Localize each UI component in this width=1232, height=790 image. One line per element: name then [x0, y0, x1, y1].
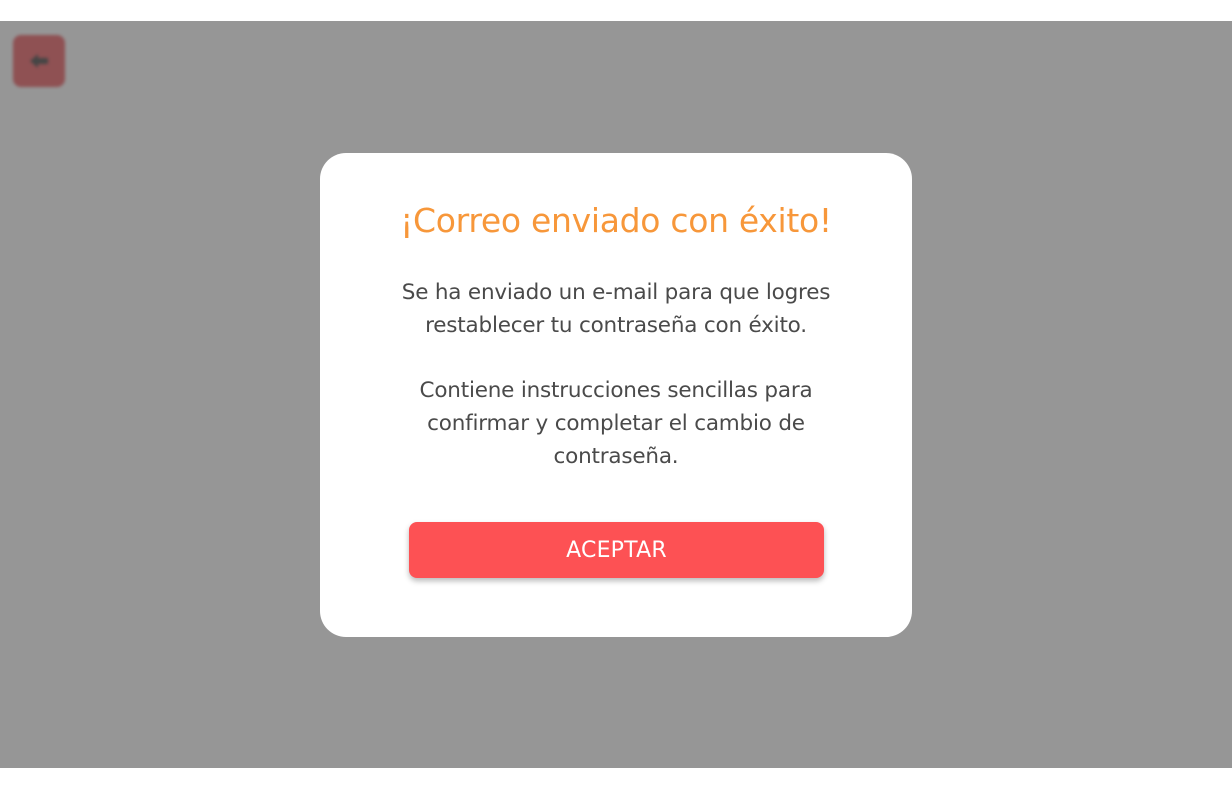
dialog-title: ¡Correo enviado con éxito!: [400, 201, 832, 240]
accept-button[interactable]: ACEPTAR: [409, 522, 824, 578]
dialog-message-sent: Se ha enviado un e-mail para que logres …: [401, 280, 831, 338]
success-dialog: ¡Correo enviado con éxito! Se ha enviado…: [320, 153, 912, 637]
dialog-message-instructions: Contiene instrucciones sencillas para co…: [419, 378, 813, 469]
app-viewport: ¡Correo enviado con éxito! Se ha enviado…: [0, 21, 1232, 768]
